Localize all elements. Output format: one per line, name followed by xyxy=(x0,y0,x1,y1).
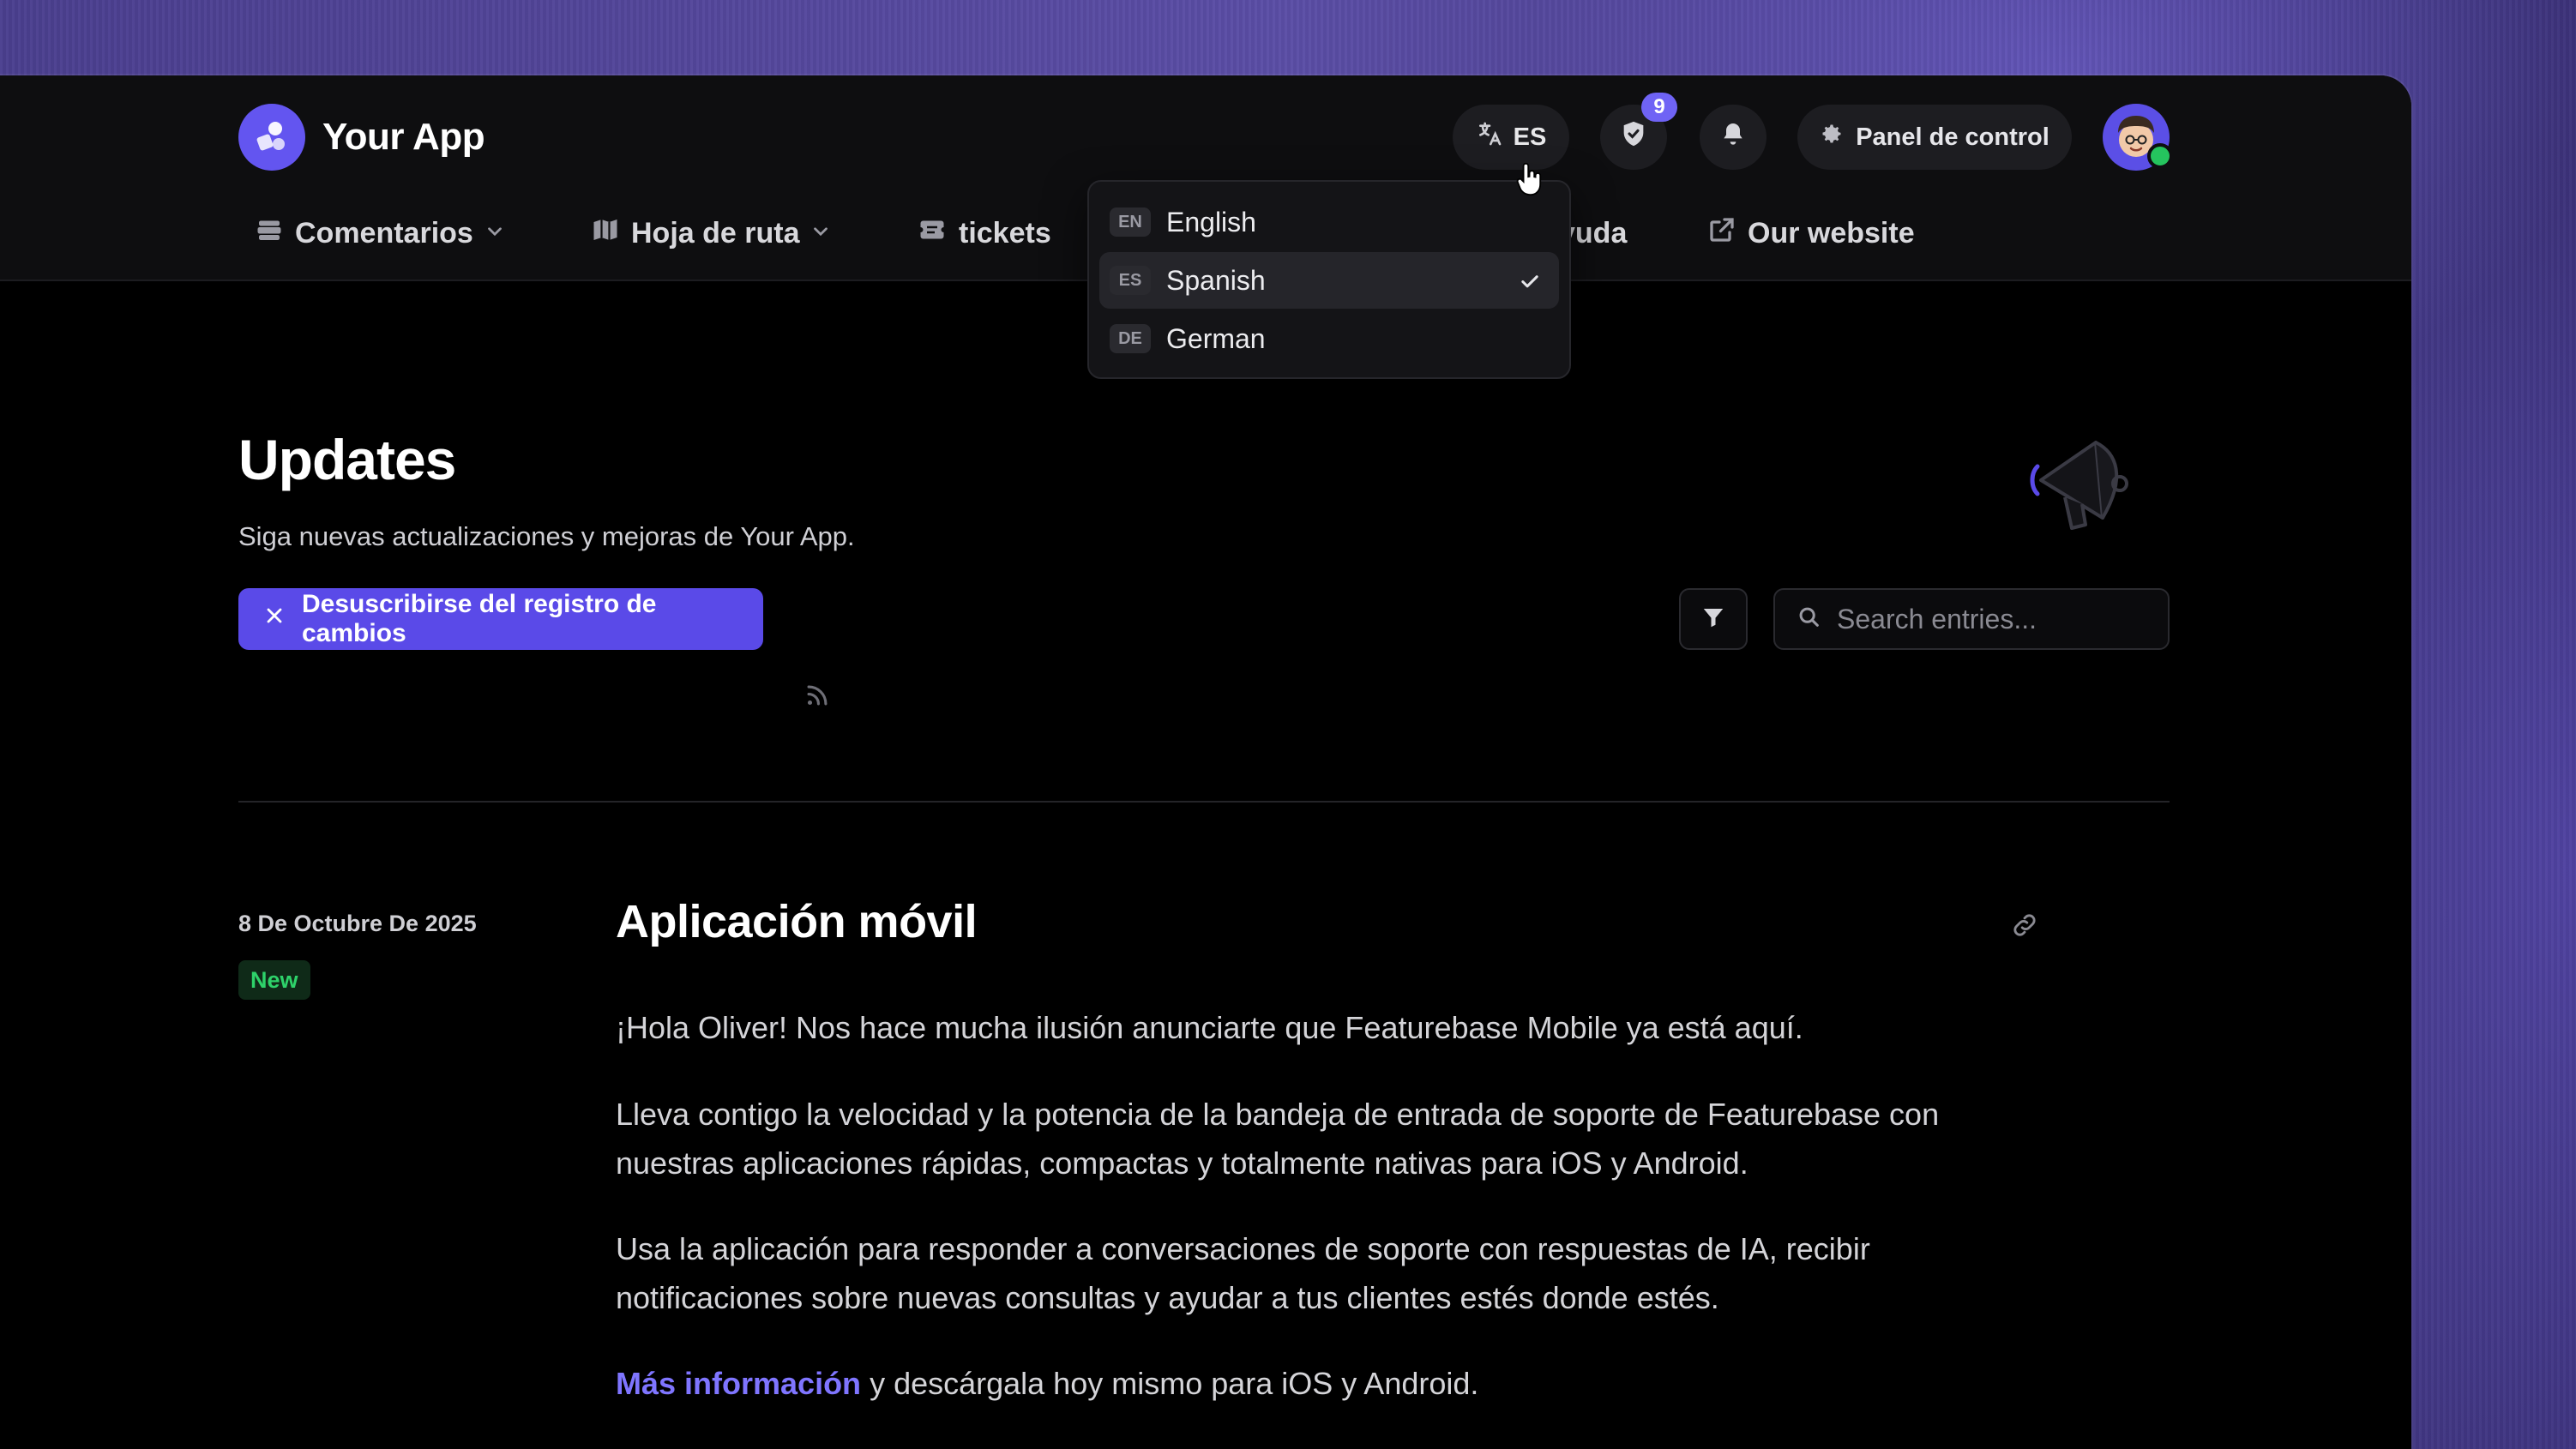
bell-icon xyxy=(1719,120,1747,154)
language-code-tag: DE xyxy=(1110,324,1151,353)
megaphone-icon xyxy=(2027,429,2147,544)
unsubscribe-changelog-button[interactable]: Desuscribirse del registro de cambios xyxy=(238,588,763,650)
nav-item-hoja-de-ruta[interactable]: Hoja de ruta xyxy=(590,207,832,259)
entry-paragraph: Lleva contigo la velocidad y la potencia… xyxy=(616,1097,1940,1181)
close-icon xyxy=(262,604,286,634)
language-option-label: Spanish xyxy=(1166,264,1266,296)
feedback-icon xyxy=(254,214,285,253)
language-code-tag: EN xyxy=(1110,207,1151,237)
chevron-down-icon xyxy=(484,217,506,250)
notification-count-badge: 9 xyxy=(1641,93,1677,122)
shield-check-icon xyxy=(1619,119,1648,155)
entry-date: 8 De Octubre De 2025 xyxy=(238,911,477,936)
mouse-cursor-icon xyxy=(1516,161,1545,201)
rss-feed-icon[interactable] xyxy=(803,681,832,714)
user-avatar[interactable] xyxy=(2103,104,2173,171)
logo-icon xyxy=(238,104,305,171)
entry-paragraph-text: y descárgala hoy mismo para iOS y Androi… xyxy=(861,1366,1479,1401)
online-status-dot xyxy=(2147,143,2173,169)
nav-label: Our website xyxy=(1748,216,1915,250)
nav-label: Comentarios xyxy=(295,216,473,250)
app-window: Your App ES 9 Panel de control Comentari… xyxy=(0,75,2411,1449)
language-dropdown: EN English ES Spanish DE German xyxy=(1087,180,1571,379)
language-option-spanish[interactable]: ES Spanish xyxy=(1099,252,1559,309)
divider xyxy=(238,801,2170,803)
language-option-english[interactable]: EN English xyxy=(1099,194,1559,250)
app-logo[interactable]: Your App xyxy=(238,104,485,171)
gear-icon xyxy=(1820,122,1844,153)
app-name: Your App xyxy=(322,116,485,158)
page-title: Updates xyxy=(238,428,456,491)
unsubscribe-label: Desuscribirse del registro de cambios xyxy=(302,590,657,647)
nav-label: Hoja de ruta xyxy=(631,216,800,250)
entry-title[interactable]: Aplicación móvil xyxy=(616,895,978,948)
entry-paragraph: ¡Hola Oliver! Nos hace mucha ilusión anu… xyxy=(616,1010,1803,1045)
entry-new-badge: New xyxy=(238,960,310,1000)
language-option-german[interactable]: DE German xyxy=(1099,310,1559,367)
chevron-down-icon xyxy=(810,217,832,250)
nav-label: tickets xyxy=(959,216,1051,250)
nav-item-our-website[interactable]: Our website xyxy=(1706,207,1915,259)
entry-paragraph: Más información y descárgala hoy mismo p… xyxy=(616,1359,2039,1408)
dashboard-button[interactable]: Panel de control xyxy=(1797,105,2072,170)
filter-icon xyxy=(1700,604,1726,634)
language-code: ES xyxy=(1513,123,1547,151)
language-option-label: German xyxy=(1166,322,1266,354)
language-option-label: English xyxy=(1166,206,1256,237)
entry-paragraph: Usa la aplicación para responder a conve… xyxy=(616,1231,1870,1315)
nav-item-comentarios[interactable]: Comentarios xyxy=(254,207,506,259)
external-link-icon xyxy=(1706,214,1737,253)
nav-item-tickets[interactable]: tickets xyxy=(916,207,1051,259)
language-code-tag: ES xyxy=(1110,266,1151,295)
search-field[interactable] xyxy=(1773,588,2170,650)
map-icon xyxy=(590,214,621,253)
copy-link-icon[interactable] xyxy=(2010,911,2039,944)
dashboard-label: Panel de control xyxy=(1856,123,2049,151)
translate-icon xyxy=(1476,120,1503,154)
more-info-link[interactable]: Más información xyxy=(616,1366,861,1401)
filter-button[interactable] xyxy=(1679,588,1748,650)
checkmark-icon xyxy=(1518,269,1542,298)
language-button[interactable]: ES xyxy=(1453,105,1569,170)
notifications-button[interactable] xyxy=(1700,105,1766,170)
page-subtitle: Siga nuevas actualizaciones y mejoras de… xyxy=(238,521,855,551)
ticket-icon xyxy=(916,214,948,253)
search-icon xyxy=(1797,605,1821,634)
search-input[interactable] xyxy=(1835,602,2147,636)
